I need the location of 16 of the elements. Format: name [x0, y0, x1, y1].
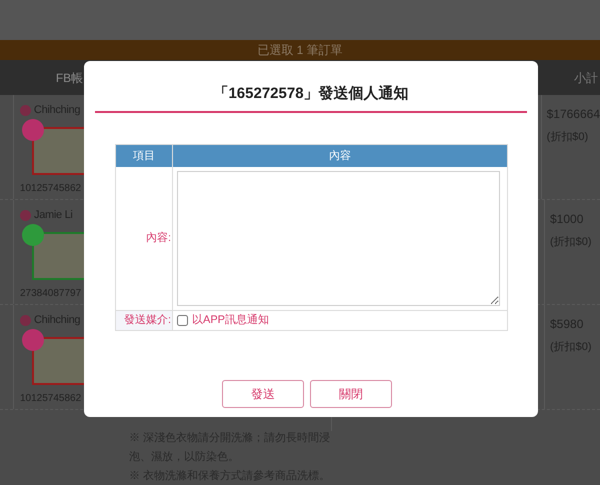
field-label: 內容:: [146, 230, 171, 246]
content-input-field[interactable]: [177, 171, 500, 306]
selection-banner: 已選取 1 筆訂單: [0, 40, 600, 60]
checkbox-label: 以APP訊息通知: [192, 312, 270, 328]
column-header: 小計: [573, 70, 599, 86]
column-header: 項目: [116, 145, 173, 167]
column-header: FB帳: [56, 70, 84, 86]
dialog-title: 「165272578」發送個人通知: [213, 84, 409, 104]
column-header: 內容: [328, 148, 352, 164]
field-label: 發送媒介:: [124, 313, 171, 328]
app-notify-checkbox[interactable]: [177, 315, 188, 326]
info-icon[interactable]: [20, 314, 31, 326]
dialog-button[interactable]: 關閉: [310, 380, 392, 408]
info-icon[interactable]: [20, 104, 31, 116]
info-icon[interactable]: [20, 210, 31, 220]
dialog-button[interactable]: 發送: [222, 380, 304, 408]
